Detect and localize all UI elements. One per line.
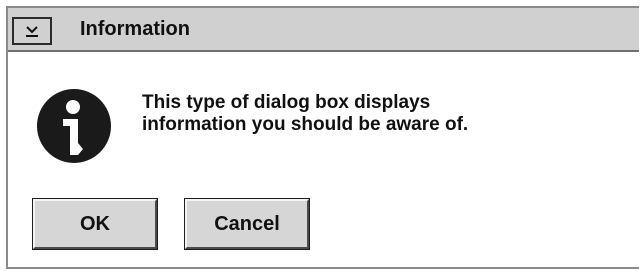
message-text: This type of dialog box displays informa… (142, 92, 469, 135)
ok-button[interactable]: OK (33, 199, 157, 249)
cancel-button[interactable]: Cancel (185, 199, 309, 249)
title-bar: Information (8, 8, 639, 52)
system-menu-button[interactable] (12, 17, 52, 45)
information-dialog: Information This type of dialog box disp… (6, 6, 639, 269)
info-icon (37, 89, 111, 163)
chevron-down-icon (26, 26, 38, 37)
window-title: Information (80, 18, 190, 40)
